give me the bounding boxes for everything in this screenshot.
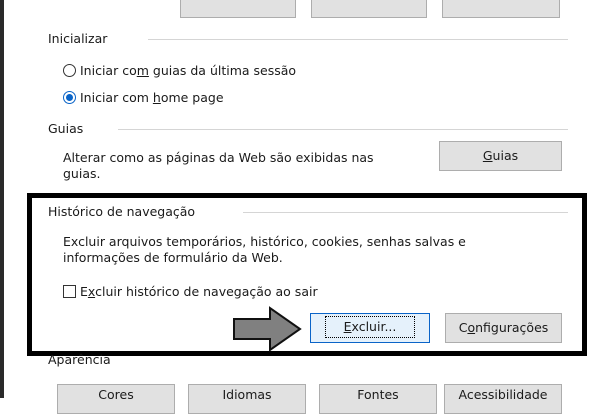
top-button-1[interactable] — [180, 0, 296, 18]
option-label: Iniciar com home page — [80, 90, 224, 105]
history-group-title: Histórico de navegação — [48, 204, 196, 219]
checkbox[interactable] — [63, 285, 76, 298]
checkbox-label: Excluir histórico de navegação ao sair — [80, 284, 318, 299]
delete-history-on-exit[interactable]: Excluir histórico de navegação ao sair — [63, 284, 318, 299]
tabs-group-title: Guias — [48, 121, 84, 136]
tabs-button[interactable]: Guias — [439, 141, 562, 171]
tabs-separator — [118, 129, 568, 130]
top-button-3[interactable] — [442, 0, 560, 18]
accessibility-button[interactable]: Acessibilidade — [444, 384, 562, 414]
history-description: Excluir arquivos temporários, histórico,… — [63, 234, 466, 265]
tabs-description: Alterar como as páginas da Web são exibi… — [63, 150, 374, 181]
option-label: Iniciar com guias da última sessão — [80, 63, 297, 78]
startup-separator — [148, 39, 568, 40]
radio-button-selected[interactable] — [63, 91, 76, 104]
fonts-button[interactable]: Fontes — [319, 384, 437, 414]
arrow-right-icon — [233, 306, 302, 352]
settings-button[interactable]: Configurações — [445, 313, 562, 343]
delete-button[interactable]: Excluir... — [310, 313, 430, 343]
startup-option-home-page[interactable]: Iniciar com home page — [63, 90, 224, 105]
colors-button[interactable]: Cores — [57, 384, 175, 414]
startup-group-title: Inicializar — [48, 31, 108, 46]
languages-button[interactable]: Idiomas — [188, 384, 306, 414]
top-button-2[interactable] — [311, 0, 427, 18]
appearance-group-title: Aparência — [48, 352, 111, 367]
radio-button[interactable] — [63, 64, 76, 77]
window-left-edge — [0, 0, 4, 398]
startup-option-last-session[interactable]: Iniciar com guias da última sessão — [63, 63, 296, 78]
history-separator — [243, 212, 568, 213]
